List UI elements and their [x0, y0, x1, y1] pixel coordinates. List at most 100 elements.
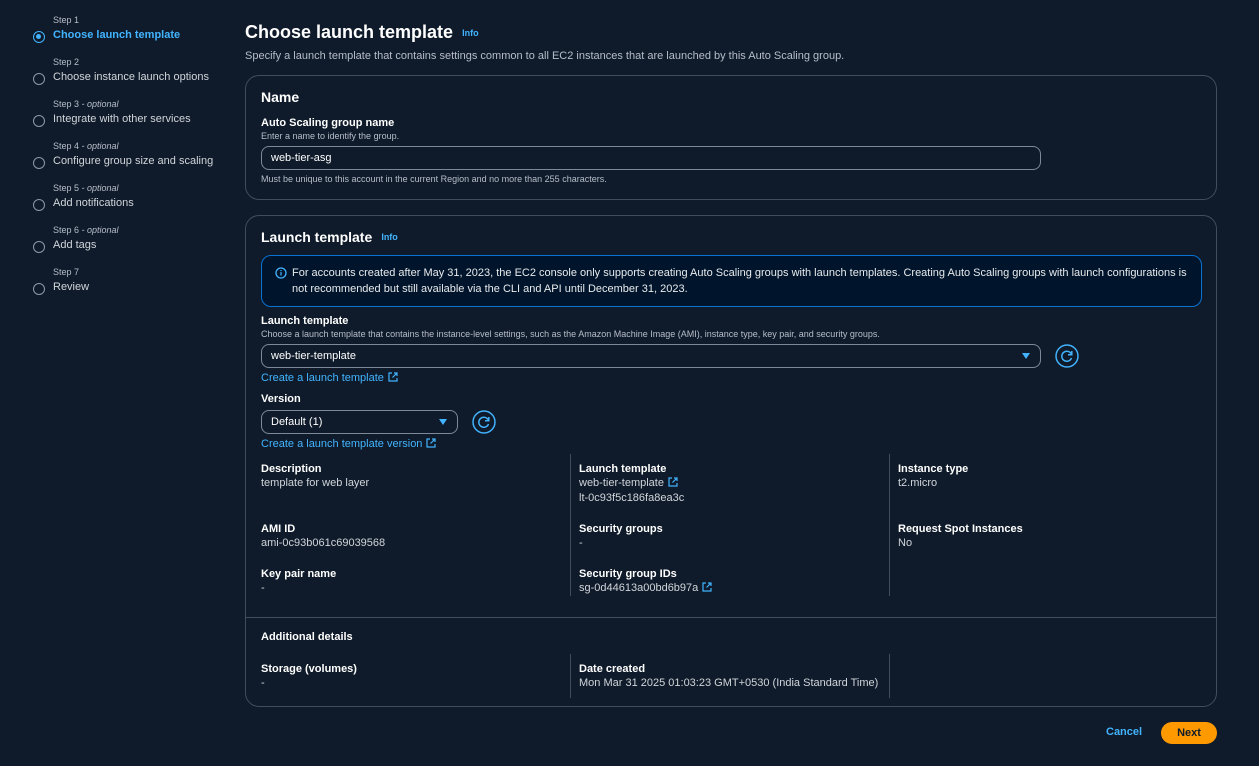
- next-button[interactable]: Next: [1161, 722, 1217, 744]
- external-link-icon: [702, 582, 712, 592]
- step-number: Step 2: [53, 57, 80, 67]
- step-title: Review: [53, 281, 90, 293]
- step-optional: - optional: [79, 183, 119, 193]
- step-indicator-icon: [33, 157, 45, 169]
- page-header: Choose launch template Info Specify a la…: [245, 22, 1217, 62]
- step-title: Choose launch template: [53, 29, 181, 41]
- launch-template-detail-link[interactable]: web-tier-template: [579, 476, 684, 491]
- section-divider: [246, 617, 1216, 618]
- column-divider: [570, 654, 571, 698]
- security-group-id-link-text: sg-0d44613a00bd6b97a: [579, 582, 699, 594]
- step-optional: - optional: [79, 225, 119, 235]
- instance-type-value: t2.micro: [898, 477, 938, 489]
- page-title: Choose launch template: [245, 22, 454, 42]
- step-indicator-icon: [33, 199, 45, 211]
- spot-instances-label: Request Spot Instances: [898, 523, 1023, 535]
- info-link[interactable]: Info: [381, 232, 398, 242]
- refresh-icon[interactable]: [472, 410, 496, 434]
- create-template-version-link-text: Create a launch template version: [261, 438, 423, 450]
- step-title: Configure group size and scaling: [53, 155, 214, 167]
- step-3[interactable]: Step 3 - optional Integrate with other s…: [30, 98, 230, 140]
- instance-type-field: Instance type t2.micro: [898, 462, 968, 491]
- info-alert: For accounts created after May 31, 2023,…: [261, 255, 1202, 307]
- launch-template-select[interactable]: web-tier-template: [261, 344, 1041, 368]
- step-optional: - optional: [79, 99, 119, 109]
- column-divider: [570, 454, 571, 596]
- step-4[interactable]: Step 4 - optional Configure group size a…: [30, 140, 230, 182]
- date-created-label: Date created: [579, 663, 646, 675]
- step-1[interactable]: Step 1 Choose launch template: [30, 14, 230, 56]
- storage-value: -: [261, 677, 265, 689]
- launch-template-panel: Launch template Info For accounts create…: [245, 215, 1217, 707]
- step-title: Add notifications: [53, 197, 134, 209]
- step-number: Step 1: [53, 15, 80, 25]
- launch-template-detail-link-text: web-tier-template: [579, 477, 664, 489]
- asg-name-constraint: Must be unique to this account in the cu…: [261, 174, 607, 184]
- spot-instances-value: No: [898, 537, 913, 549]
- cancel-button[interactable]: Cancel: [1106, 726, 1142, 738]
- asg-name-label: Auto Scaling group name: [261, 117, 395, 129]
- step-6[interactable]: Step 6 - optional Add tags: [30, 224, 230, 266]
- description-field: Description template for web layer: [261, 462, 369, 491]
- ami-id-field: AMI ID ami-0c93b061c69039568: [261, 522, 385, 551]
- launch-template-description: Choose a launch template that contains t…: [261, 329, 880, 339]
- caret-down-icon: [439, 419, 447, 425]
- ami-id-value: ami-0c93b061c69039568: [261, 537, 386, 549]
- storage-field: Storage (volumes) -: [261, 662, 357, 691]
- main-content: Choose launch template Info Specify a la…: [245, 22, 1217, 707]
- date-created-field: Date created Mon Mar 31 2025 01:03:23 GM…: [579, 662, 878, 691]
- step-title: Add tags: [53, 239, 97, 251]
- key-pair-field: Key pair name -: [261, 567, 336, 596]
- step-indicator-icon: [33, 31, 45, 43]
- spot-instances-field: Request Spot Instances No: [898, 522, 1023, 551]
- version-select[interactable]: Default (1): [261, 410, 458, 434]
- info-circle-icon: [275, 267, 287, 279]
- asg-name-description: Enter a name to identify the group.: [261, 131, 400, 141]
- external-link-icon: [426, 438, 437, 448]
- asg-name-input[interactable]: web-tier-asg: [261, 146, 1041, 170]
- external-link-icon: [388, 372, 398, 382]
- name-panel: Name Auto Scaling group name Enter a nam…: [245, 75, 1217, 200]
- column-divider: [889, 654, 890, 698]
- step-number: Step 3: [53, 99, 80, 109]
- step-indicator-icon: [33, 115, 45, 127]
- step-5[interactable]: Step 5 - optional Add notifications: [30, 182, 230, 224]
- launch-template-label: Launch template: [261, 315, 349, 327]
- step-title: Integrate with other services: [53, 113, 191, 125]
- launch-template-detail-label: Launch template: [579, 463, 667, 475]
- name-panel-heading: Name: [261, 89, 300, 105]
- instance-type-label: Instance type: [898, 463, 969, 475]
- step-indicator-icon: [33, 283, 45, 295]
- security-groups-value: -: [579, 537, 583, 549]
- ami-id-label: AMI ID: [261, 523, 296, 535]
- step-number: Step 6: [53, 225, 80, 235]
- launch-template-selected: web-tier-template: [271, 350, 356, 362]
- description-label: Description: [261, 463, 322, 475]
- wizard-steps: Step 1 Choose launch template Step 2 Cho…: [30, 14, 230, 308]
- security-group-ids-label: Security group IDs: [579, 568, 677, 580]
- launch-template-heading: Launch template: [261, 229, 373, 245]
- date-created-value: Mon Mar 31 2025 01:03:23 GMT+0530 (India…: [579, 677, 879, 689]
- step-number: Step 7: [53, 267, 80, 277]
- info-link[interactable]: Info: [462, 28, 479, 38]
- alert-text: For accounts created after May 31, 2023,…: [292, 267, 1187, 295]
- external-link-icon: [668, 477, 678, 487]
- version-label: Version: [261, 393, 301, 405]
- storage-label: Storage (volumes): [261, 663, 357, 675]
- launch-template-field: Launch template web-tier-template lt-0c9…: [579, 462, 684, 506]
- step-indicator-icon: [33, 73, 45, 85]
- create-launch-template-link-text: Create a launch template: [261, 372, 384, 384]
- key-pair-value: -: [261, 582, 265, 594]
- step-number: Step 4: [53, 141, 80, 151]
- create-template-version-link[interactable]: Create a launch template version: [261, 438, 437, 450]
- column-divider: [889, 454, 890, 596]
- step-7[interactable]: Step 7 Review: [30, 266, 230, 308]
- create-launch-template-link[interactable]: Create a launch template: [261, 372, 398, 384]
- launch-template-id: lt-0c93f5c186fa8ea3c: [579, 492, 685, 504]
- step-2[interactable]: Step 2 Choose instance launch options: [30, 56, 230, 98]
- page-description: Specify a launch template that contains …: [245, 50, 845, 62]
- security-group-id-link[interactable]: sg-0d44613a00bd6b97a: [579, 581, 712, 596]
- refresh-icon[interactable]: [1055, 344, 1079, 368]
- security-groups-label: Security groups: [579, 523, 663, 535]
- key-pair-label: Key pair name: [261, 568, 337, 580]
